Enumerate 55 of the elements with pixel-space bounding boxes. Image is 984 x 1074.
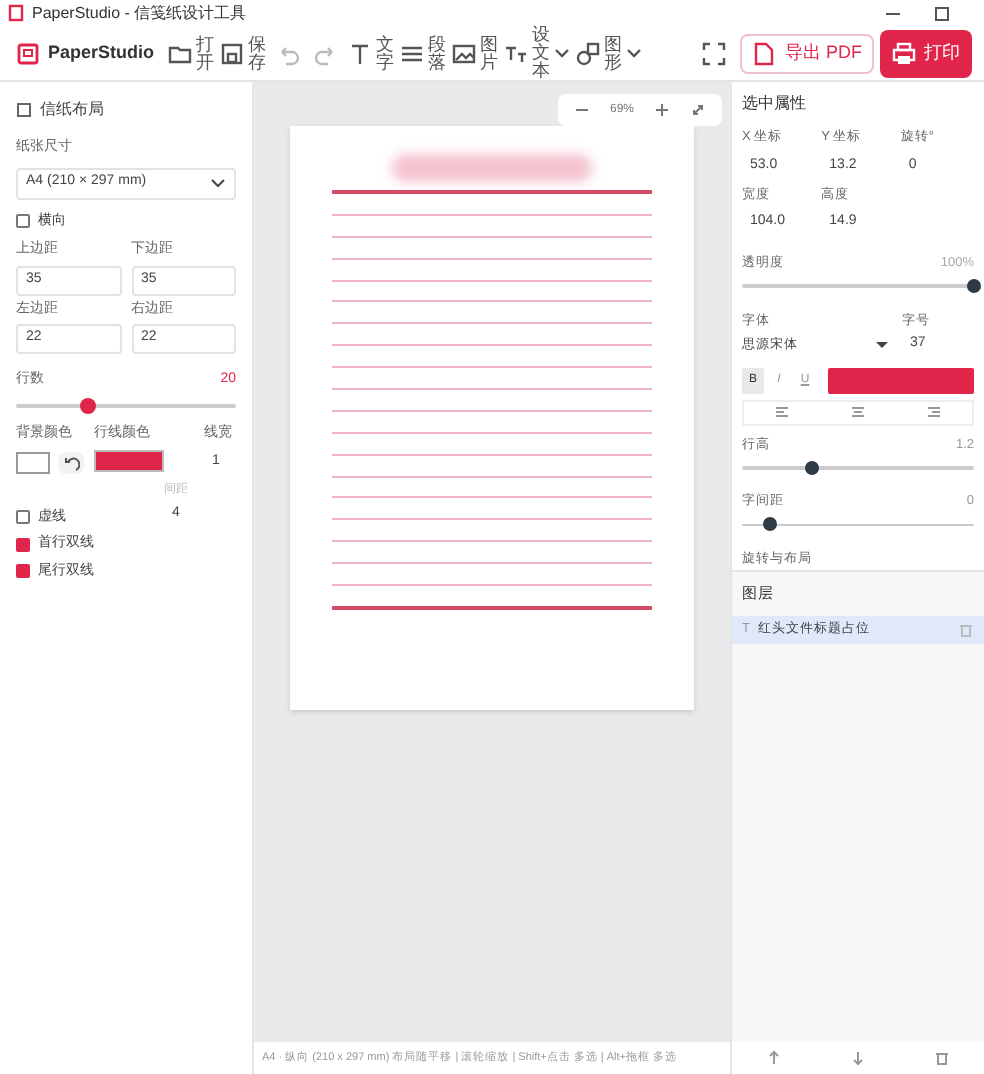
checkbox[interactable] — [16, 537, 30, 552]
arrow-up-icon — [766, 1050, 782, 1066]
printer-icon — [892, 41, 916, 65]
color-swatch[interactable] — [94, 450, 164, 472]
image-icon — [452, 41, 477, 65]
checkbox[interactable] — [16, 214, 30, 229]
checkbox[interactable] — [16, 564, 30, 579]
paragraph-icon — [400, 41, 425, 65]
panel-title: 选中属性 — [742, 92, 808, 116]
layout-icon — [16, 102, 32, 118]
slider-thumb[interactable] — [804, 461, 819, 476]
shapes-icon — [576, 41, 601, 65]
color-swatch[interactable] — [16, 452, 50, 474]
app-logo-icon — [8, 4, 24, 22]
export-pdf-button[interactable]: 导出 PDF — [740, 33, 874, 73]
undo-icon — [276, 41, 301, 65]
dropdown-button[interactable]: 设文本 — [504, 26, 571, 80]
slider-thumb[interactable] — [762, 517, 777, 532]
window-title: PaperStudio - 信笺纸设计工具 — [32, 1, 247, 25]
redo-icon — [314, 41, 339, 65]
print-button[interactable]: 打印 — [880, 29, 972, 77]
align-right-icon — [926, 404, 942, 421]
brand-logo: PaperStudio — [16, 39, 155, 67]
checkbox[interactable] — [16, 510, 30, 525]
trash-icon — [934, 1050, 950, 1066]
reset-icon — [63, 455, 79, 471]
fullscreen-icon — [702, 41, 727, 65]
logo-icon — [16, 41, 40, 65]
slider-thumb[interactable] — [967, 279, 981, 294]
chevron-down-icon — [210, 175, 226, 191]
trash-icon — [958, 622, 974, 639]
text-icon — [348, 41, 373, 65]
align-center-icon — [850, 404, 866, 421]
text-preset-icon — [504, 41, 529, 65]
zoom-in-icon — [654, 102, 670, 118]
maximize-icon — [934, 5, 952, 21]
save-icon — [220, 41, 245, 65]
color-swatch[interactable] — [828, 367, 974, 394]
dropdown-button[interactable]: 图形 — [576, 35, 643, 71]
slider-thumb[interactable] — [80, 397, 97, 413]
toolbar-button[interactable]: 文字 — [348, 35, 395, 71]
folder-icon — [168, 41, 193, 65]
panel-title: 信纸布局 — [40, 98, 104, 122]
toolbar-button[interactable]: 打开 — [168, 35, 215, 71]
toolbar-button[interactable]: 段落 — [400, 35, 447, 71]
arrow-down-icon — [850, 1050, 866, 1066]
caret-icon — [554, 45, 571, 61]
fit-icon — [690, 102, 706, 118]
file-icon — [752, 41, 777, 65]
caret-icon — [626, 45, 643, 61]
align-left-icon — [774, 404, 790, 421]
reset-button[interactable] — [58, 452, 84, 474]
toolbar-button[interactable]: 保存 — [220, 35, 267, 71]
caret-icon — [874, 338, 888, 353]
toolbar-button[interactable]: 图片 — [452, 35, 499, 71]
